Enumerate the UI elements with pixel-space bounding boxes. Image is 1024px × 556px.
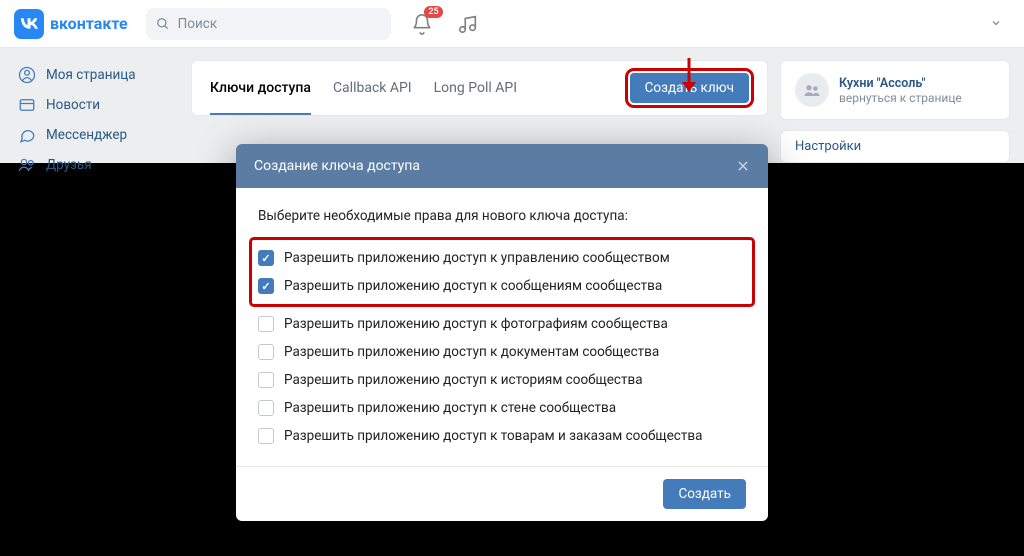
- community-back-link: вернуться к странице: [839, 91, 962, 105]
- perm-row-docs[interactable]: Разрешить приложению доступ к документам…: [258, 338, 746, 366]
- header: вконтакте Поиск 25: [0, 0, 1024, 48]
- sidebar-item-label: Друзья: [46, 157, 92, 173]
- chevron-down-icon: [990, 17, 1002, 29]
- perm-row-stories[interactable]: Разрешить приложению доступ к историям с…: [258, 366, 746, 394]
- perm-label: Разрешить приложению доступ к товарам и …: [284, 428, 702, 444]
- modal-header: Создание ключа доступа: [236, 144, 768, 188]
- create-key-modal: Создание ключа доступа Выберите необходи…: [236, 144, 768, 521]
- perm-checkbox[interactable]: [258, 400, 274, 416]
- community-name: Кухни "Ассоль": [839, 76, 962, 91]
- profile-menu[interactable]: [982, 8, 1010, 39]
- community-avatar: [795, 73, 829, 107]
- community-card[interactable]: Кухни "Ассоль" вернуться к странице: [780, 60, 1010, 120]
- right-sidebar: Кухни "Ассоль" вернуться к странице Наст…: [780, 60, 1010, 163]
- perm-label: Разрешить приложению доступ к документам…: [284, 344, 659, 360]
- tab-access-keys[interactable]: Ключи доступа: [210, 63, 311, 115]
- highlighted-permissions: Разрешить приложению доступ к управлению…: [252, 240, 752, 304]
- perm-row-messages[interactable]: Разрешить приложению доступ к сообщениям…: [258, 272, 746, 300]
- news-icon: [18, 96, 36, 114]
- perm-label: Разрешить приложению доступ к историям с…: [284, 372, 643, 388]
- profile-icon: [18, 66, 36, 84]
- perm-checkbox[interactable]: [258, 344, 274, 360]
- modal-close-button[interactable]: [736, 159, 750, 173]
- sidebar-item-label: Новости: [46, 97, 100, 113]
- perm-label: Разрешить приложению доступ к стене сооб…: [284, 400, 616, 416]
- perm-checkbox[interactable]: [258, 250, 274, 266]
- modal-title: Создание ключа доступа: [254, 158, 420, 174]
- perm-label: Разрешить приложению доступ к фотография…: [284, 316, 668, 332]
- tab-long-poll-api[interactable]: Long Poll API: [434, 63, 517, 113]
- friends-icon: [18, 156, 36, 174]
- perm-row-manage[interactable]: Разрешить приложению доступ к управлению…: [258, 244, 746, 272]
- left-sidebar: Моя страница Новости Мессенджер Друзья: [14, 60, 179, 180]
- group-icon: [803, 81, 821, 99]
- perm-row-photos[interactable]: Разрешить приложению доступ к фотография…: [258, 310, 746, 338]
- sidebar-item-label: Мессенджер: [46, 127, 127, 143]
- notifications-button[interactable]: 25: [411, 13, 433, 35]
- sidebar-item-messenger[interactable]: Мессенджер: [14, 120, 179, 150]
- brand-name: вконтакте: [50, 14, 128, 33]
- perm-checkbox[interactable]: [258, 428, 274, 444]
- sidebar-item-news[interactable]: Новости: [14, 90, 179, 120]
- perm-checkbox[interactable]: [258, 372, 274, 388]
- modal-create-button[interactable]: Создать: [663, 479, 746, 509]
- music-button[interactable]: [457, 13, 479, 35]
- settings-link[interactable]: Настройки: [780, 130, 1010, 163]
- close-icon: [736, 159, 750, 173]
- tab-callback-api[interactable]: Callback API: [333, 63, 412, 113]
- perm-row-market[interactable]: Разрешить приложению доступ к товарам и …: [258, 422, 746, 450]
- modal-lead-text: Выберите необходимые права для нового кл…: [258, 208, 746, 224]
- message-icon: [18, 126, 36, 144]
- perm-label: Разрешить приложению доступ к управлению…: [284, 250, 670, 266]
- search-placeholder: Поиск: [178, 16, 218, 32]
- music-icon: [457, 13, 479, 35]
- sidebar-item-friends[interactable]: Друзья: [14, 150, 179, 180]
- search-input[interactable]: Поиск: [146, 8, 391, 40]
- modal-footer: Создать: [236, 466, 768, 521]
- search-icon: [156, 17, 170, 31]
- vk-logo-icon: [20, 18, 38, 29]
- notification-badge: 25: [424, 6, 442, 18]
- perm-label: Разрешить приложению доступ к сообщениям…: [284, 278, 662, 294]
- vk-logo[interactable]: [14, 9, 44, 39]
- perm-checkbox[interactable]: [258, 316, 274, 332]
- sidebar-item-label: Моя страница: [46, 67, 136, 83]
- perm-row-wall[interactable]: Разрешить приложению доступ к стене сооб…: [258, 394, 746, 422]
- annotation-arrow: [680, 58, 698, 97]
- sidebar-item-profile[interactable]: Моя страница: [14, 60, 179, 90]
- perm-checkbox[interactable]: [258, 278, 274, 294]
